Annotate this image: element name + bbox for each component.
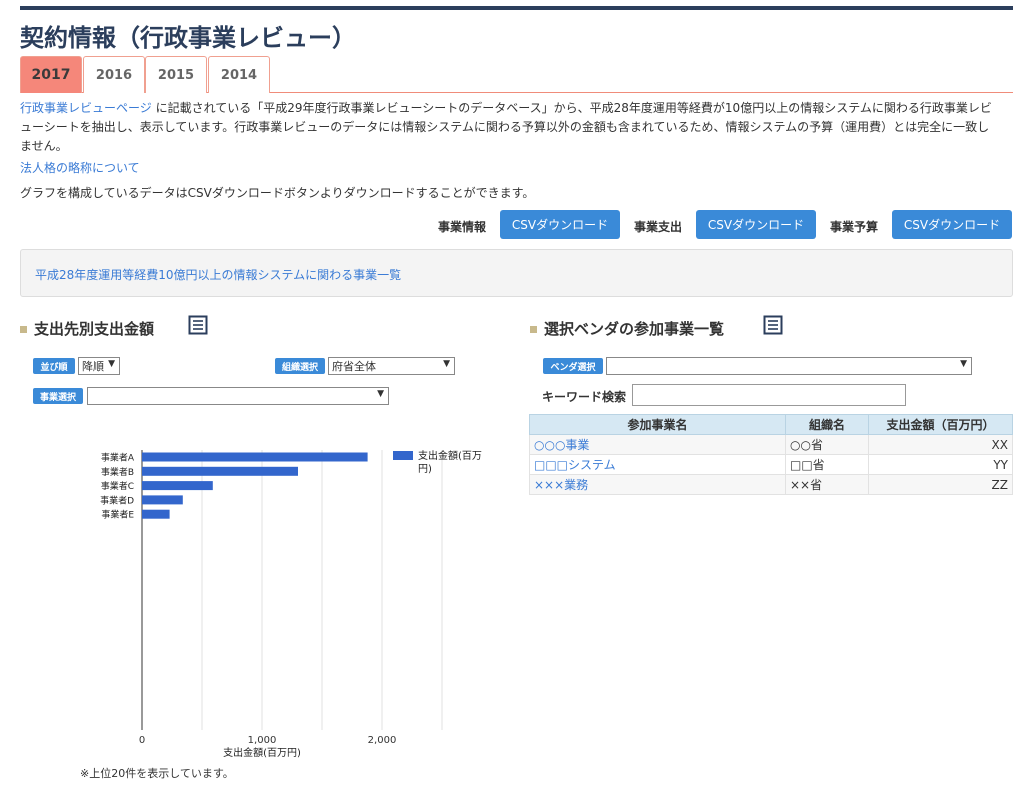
legend-swatch [393,451,413,460]
csv-download-button-project-budget[interactable]: CSVダウンロード [892,210,1012,239]
description-line3: ません。 [20,139,68,153]
category-label: 事業者C [101,480,134,492]
dropdown-arrow-icon: ▼ [377,389,384,399]
legend-label: 支出金額(百万 [418,449,482,462]
sort-order-select[interactable]: 降順 ▼ [78,357,120,375]
tab-2015[interactable]: 2015 [145,56,207,93]
vendor-select[interactable]: ▼ [606,357,972,375]
project-name-link[interactable]: ×××業務 [529,474,786,495]
download-label-project-budget: 事業予算 [830,220,879,234]
review-page-link[interactable]: 行政事業レビューページ [20,101,152,115]
org-name-cell: ××省 [785,474,869,495]
tab-2014[interactable]: 2014 [208,56,270,93]
bar [142,509,170,519]
dropdown-arrow-icon: ▼ [443,359,450,369]
dropdown-arrow-icon: ▼ [960,359,967,369]
org-select[interactable]: 府省全体 ▼ [328,357,455,375]
description-line2: ューシートを抽出し、表示しています。行政事業レビューのデータには情報システムに関… [20,120,990,134]
top-accent-bar [20,6,1013,10]
csv-download-button-project-info[interactable]: CSVダウンロード [500,210,620,239]
x-tick-label: 0 [139,735,145,746]
column-header-org[interactable]: 組織名 [785,414,869,435]
corp-abbrev-link[interactable]: 法人格の略称について [20,159,140,176]
page-title: 契約情報（行政事業レビュー） [20,24,356,52]
document-icon[interactable] [763,315,783,335]
section-bullet [20,326,27,333]
csv-download-button-project-expense[interactable]: CSVダウンロード [696,210,816,239]
csv-note: グラフを構成しているデータはCSVダウンロードボタンよりダウンロードすることがで… [20,186,535,200]
column-header-amount[interactable]: 支出金額（百万円） [868,414,1013,435]
category-label: 事業者D [100,494,134,506]
project-select[interactable]: ▼ [87,387,389,405]
notice-panel: 平成28年度運用等経費10億円以上の情報システムに関わる事業一覧 [20,249,1013,297]
bar [142,452,368,462]
description-line1: に記載されている「平成29年度行政事業レビューシートのデータベース」から、平成2… [151,101,992,115]
tab-2017[interactable]: 2017 [20,56,82,93]
vendor-badge: ベンダ選択 [543,358,603,374]
x-axis-title: 支出金額(百万円) [223,746,301,759]
table-row: ○○○事業 ○○省 XX [529,434,1013,455]
bar [142,466,298,476]
download-label-project-info: 事業情報 [438,220,487,234]
org-badge: 組織選択 [275,358,325,374]
table-row: □□□システム □□省 YY [529,454,1013,475]
amount-cell: XX [868,434,1013,455]
tab-2016[interactable]: 2016 [83,56,145,93]
section-bullet [530,326,537,333]
org-name-cell: ○○省 [785,434,869,455]
org-select-value: 府省全体 [332,360,376,373]
document-icon[interactable] [188,315,208,335]
project-badge: 事業選択 [33,388,83,404]
sort-badge: 並び順 [33,358,75,374]
chart-footnote: ※上位20件を表示しています。 [80,767,234,780]
amount-cell: YY [868,454,1013,475]
dropdown-arrow-icon: ▼ [108,359,115,369]
category-label: 事業者B [101,466,134,478]
keyword-label: キーワード検索 [542,390,627,404]
amount-cell: ZZ [868,474,1013,495]
bar [142,481,213,491]
category-label: 事業者E [101,509,134,521]
legend-label: 円) [418,464,432,475]
bar [142,495,183,505]
description: 行政事業レビューページ に記載されている「平成29年度行政事業レビューシートのデ… [20,99,1010,156]
table-header-row: 参加事業名 組織名 支出金額（百万円） [529,414,1013,435]
download-label-project-expense: 事業支出 [634,220,683,234]
year-tabs: 2017 2016 2015 2014 [20,56,1013,93]
column-header-project[interactable]: 参加事業名 [529,414,786,435]
x-tick-label: 2,000 [368,735,397,746]
sort-order-value: 降順 [82,360,104,373]
expense-section-title: 支出先別支出金額 [34,320,155,338]
org-name-cell: □□省 [785,454,869,475]
table-row: ×××業務 ××省 ZZ [529,474,1013,495]
category-label: 事業者A [101,452,135,464]
x-tick-label: 1,000 [248,735,277,746]
project-name-link[interactable]: □□□システム [529,454,786,475]
project-name-link[interactable]: ○○○事業 [529,434,786,455]
project-list-link[interactable]: 平成28年度運用等経費10億円以上の情報システムに関わる事業一覧 [35,266,401,283]
expense-bar-chart: 事業者A 事業者B 事業者C 事業者D 事業者E 0 1,000 2,000 支出金額(百万円)… [100,449,482,759]
vendor-projects-table: 参加事業名 組織名 支出金額（百万円） ○○○事業 ○○省 XX □□□システム… [529,414,1013,495]
vendor-section-title: 選択ベンダの参加事業一覧 [544,320,725,338]
keyword-search-input[interactable] [632,384,906,406]
